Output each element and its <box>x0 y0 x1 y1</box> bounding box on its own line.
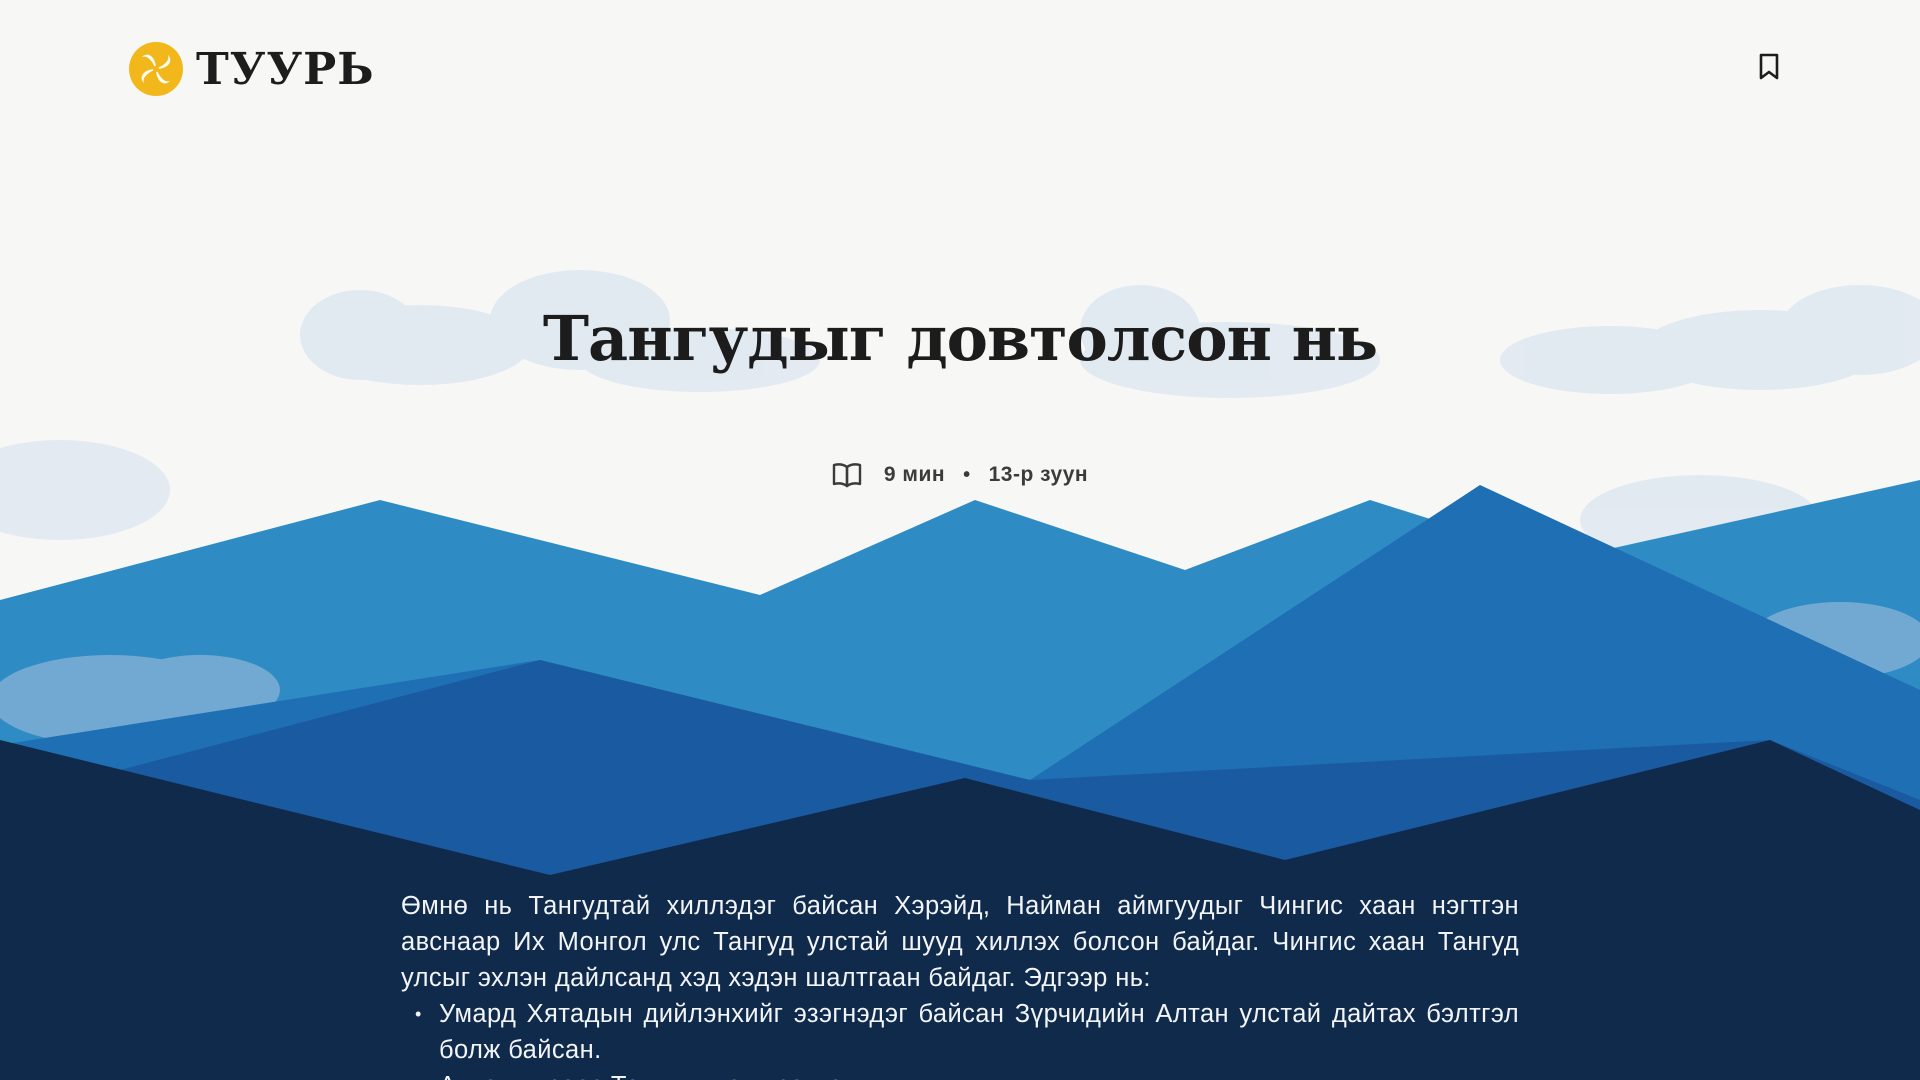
bookmark-icon <box>1758 53 1780 85</box>
reasons-list: Умард Хятадын дийлэнхийг эзэгнэдэг байса… <box>401 996 1519 1080</box>
swirl-logo-icon <box>128 41 184 97</box>
list-item: Умард Хятадын дийлэнхийг эзэгнэдэг байса… <box>415 996 1519 1068</box>
list-item: Алтан улсаас Тангуд улсыг салгах <box>415 1068 1519 1080</box>
bookmark-button[interactable] <box>1754 51 1784 87</box>
article-page: ТУУРЬ Тангудыг довтолсон нь 9 мин • 13-р… <box>0 0 1920 1080</box>
open-book-icon <box>832 462 862 488</box>
home-link[interactable]: ТУУРЬ <box>128 41 375 97</box>
meta-separator: • <box>963 463 971 486</box>
article-body: Өмнө нь Тангудтай хиллэдэг байсан Хэрэйд… <box>401 888 1519 1080</box>
article-meta: 9 мин • 13-р зуун <box>0 462 1920 488</box>
article-title: Тангудыг довтолсон нь <box>542 302 1378 375</box>
reading-time: 9 мин <box>883 463 946 486</box>
era-label: 13-р зуун <box>988 463 1089 486</box>
brand-name: ТУУРЬ <box>196 43 375 95</box>
site-header: ТУУРЬ <box>128 38 1792 100</box>
intro-paragraph: Өмнө нь Тангудтай хиллэдэг байсан Хэрэйд… <box>401 892 1519 992</box>
